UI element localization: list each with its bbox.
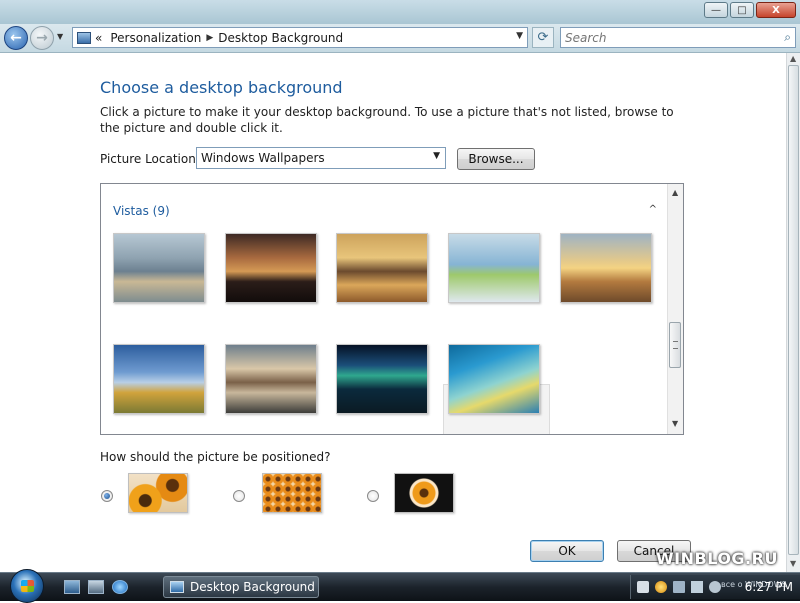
start-button[interactable] [10,569,44,603]
refresh-icon: ⟳ [537,30,549,45]
scroll-thumb[interactable] [788,65,799,555]
scroll-thumb[interactable] [669,322,681,368]
wallpaper-gallery: Vistas (9) ^ ▲ ▼ [100,183,684,435]
windows-logo-icon [21,580,34,592]
gallery-scrollbar[interactable]: ▲ ▼ [667,184,683,434]
breadcrumb-personalization[interactable]: Personalization [110,31,201,45]
picture-location-value: Windows Wallpapers [201,151,325,165]
picture-location-select[interactable]: Windows Wallpapers ▼ [196,147,446,169]
position-tile-preview[interactable] [262,473,322,513]
wallpaper-thumbnail[interactable] [336,344,428,414]
radio-center[interactable] [367,490,379,502]
clock[interactable]: 6:27 PM [745,580,793,594]
search-icon[interactable]: ⌕ [784,30,791,45]
browse-button[interactable]: Browse... [457,148,535,170]
wallpaper-thumbnail[interactable] [336,233,428,303]
position-question-label: How should the picture be positioned? [100,450,331,464]
picture-location-label: Picture Location [100,152,196,166]
scroll-down-icon[interactable]: ▼ [672,419,678,428]
recent-pages-dropdown-icon[interactable]: ▼ [57,32,63,41]
radio-fit-to-screen[interactable] [101,490,113,502]
network-icon[interactable] [691,581,703,593]
chevron-down-icon: ▼ [433,151,440,161]
control-panel-icon [77,31,91,44]
tray-app-icon[interactable] [637,581,649,593]
system-tray: все о WINDOWS 6:27 PM [630,575,800,599]
page-title: Choose a desktop background [100,78,343,97]
wallpaper-thumbnail[interactable] [560,233,652,303]
tray-app-icon[interactable] [673,581,685,593]
breadcrumb-desktop-background[interactable]: Desktop Background [218,31,343,45]
close-button[interactable]: X [756,2,796,18]
position-fit-preview[interactable] [128,473,188,513]
breadcrumb-overflow-icon[interactable]: « [95,31,102,45]
position-center-preview[interactable] [394,473,454,513]
wallpaper-thumbnail-selected[interactable] [448,344,540,414]
switch-windows-icon[interactable] [88,580,104,594]
watermark-logo: WINBLOG.RU [656,549,778,568]
page-description: Click a picture to make it your desktop … [100,105,674,135]
security-center-icon[interactable] [655,581,667,593]
search-input[interactable] [565,29,765,46]
group-header-vistas[interactable]: Vistas (9) [113,204,170,218]
window-controls: — □ X [704,2,796,18]
volume-icon[interactable] [709,581,721,593]
radio-tile[interactable] [233,490,245,502]
window-icon [170,581,184,593]
minimize-button[interactable]: — [704,2,728,18]
window-scrollbar[interactable]: ▲ ▼ [786,53,800,572]
wallpaper-thumbnail[interactable] [113,233,205,303]
back-button[interactable]: ← [4,26,28,50]
taskbar: Desktop Background все о WINDOWS 6:27 PM [0,569,800,603]
navigation-bar: ← → ▼ « Personalization ▶ Desktop Backgr… [0,24,800,53]
maximize-button[interactable]: □ [730,2,754,18]
title-bar: — □ X [0,0,800,25]
wallpaper-thumbnail[interactable] [225,233,317,303]
show-desktop-icon[interactable] [64,580,80,594]
address-dropdown-icon[interactable]: ▼ [516,31,523,41]
breadcrumb-separator-icon[interactable]: ▶ [206,33,213,43]
address-bar[interactable]: « Personalization ▶ Desktop Background ▼ [72,27,528,48]
refresh-button[interactable]: ⟳ [532,27,554,48]
forward-button[interactable]: → [30,26,54,50]
scroll-down-icon[interactable]: ▼ [790,559,796,568]
taskbar-button-label: Desktop Background [190,580,315,594]
grip-icon [673,341,678,349]
wallpaper-thumbnail[interactable] [225,344,317,414]
wallpaper-thumbnail[interactable] [448,233,540,303]
search-box[interactable]: ⌕ [560,27,796,48]
ok-button[interactable]: OK [530,540,604,562]
taskbar-button-desktop-background[interactable]: Desktop Background [163,576,319,598]
content-pane: Choose a desktop background Click a pict… [0,53,786,572]
wallpaper-thumbnail[interactable] [113,344,205,414]
scroll-up-icon[interactable]: ▲ [672,188,678,197]
collapse-group-icon[interactable]: ^ [649,204,657,215]
internet-explorer-icon[interactable] [112,580,128,594]
scroll-up-icon[interactable]: ▲ [790,54,796,63]
